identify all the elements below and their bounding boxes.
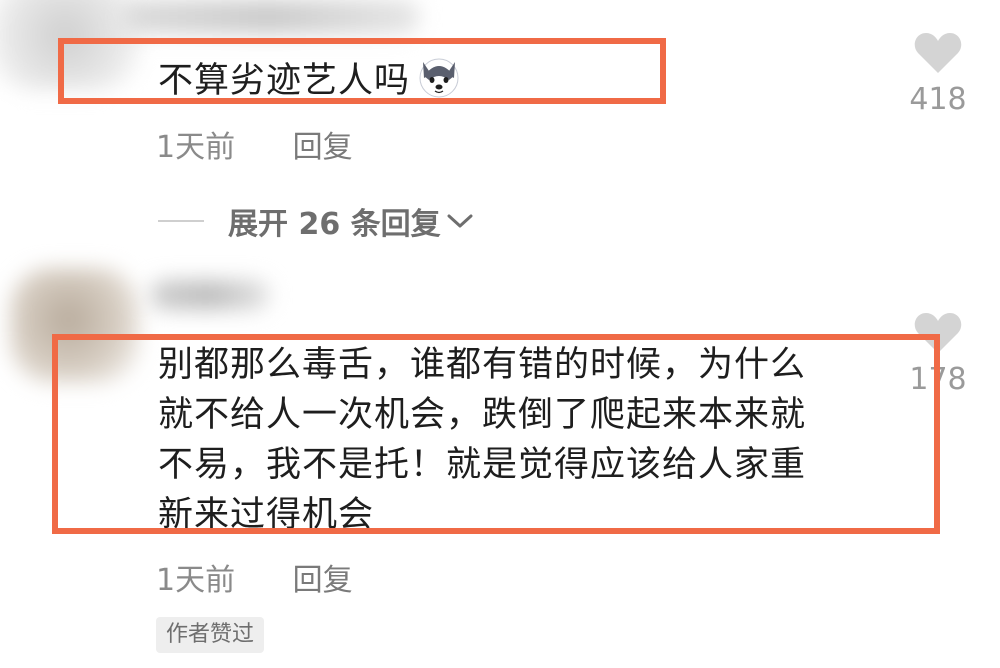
expand-replies-label: 展开 26 条回复 bbox=[228, 207, 441, 242]
husky-dog-emoji bbox=[419, 58, 459, 98]
comment-meta: 1天前 回复 bbox=[156, 561, 353, 601]
comment-text: 别都那么毒舌，谁都有错的时候，为什么 就不给人一次机会，跌倒了爬起来本来就 不易… bbox=[158, 340, 806, 540]
reply-button[interactable]: 回复 bbox=[293, 128, 353, 168]
author-liked-badge: 作者赞过 bbox=[156, 617, 265, 653]
like-button[interactable]: 178 bbox=[898, 312, 978, 398]
username[interactable] bbox=[150, 280, 270, 310]
reply-button[interactable]: 回复 bbox=[293, 561, 353, 601]
heart-icon bbox=[914, 313, 962, 353]
avatar[interactable] bbox=[10, 268, 140, 383]
comment-line: 就不给人一次机会，跌倒了爬起来本来就 bbox=[158, 395, 807, 435]
username[interactable] bbox=[120, 0, 420, 34]
comment-meta: 1天前 回复 bbox=[156, 128, 353, 168]
heart-icon bbox=[914, 33, 962, 73]
like-count: 178 bbox=[909, 362, 967, 397]
divider-line bbox=[158, 220, 204, 222]
comment-list: 不算劣迹艺人吗 1天前 回复 418 展开 26 条回复 别都那么毒舌，谁都有错… bbox=[0, 0, 1000, 668]
expand-replies-button[interactable]: 展开 26 条回复 bbox=[158, 198, 473, 244]
comment-time: 1天前 bbox=[156, 130, 236, 165]
avatar[interactable] bbox=[0, 0, 140, 90]
comment-line: 新来过得机会 bbox=[158, 495, 375, 535]
comment-text: 不算劣迹艺人吗 bbox=[158, 54, 462, 106]
comment-line: 不易，我不是托！就是觉得应该给人家重 bbox=[158, 445, 807, 485]
like-count: 418 bbox=[909, 82, 967, 117]
like-button[interactable]: 418 bbox=[898, 32, 978, 118]
comment-time: 1天前 bbox=[156, 563, 236, 598]
chevron-down-icon bbox=[447, 214, 473, 228]
comment-line: 别都那么毒舌，谁都有错的时候，为什么 bbox=[158, 345, 807, 385]
comment-text-content: 不算劣迹艺人吗 bbox=[158, 61, 411, 101]
